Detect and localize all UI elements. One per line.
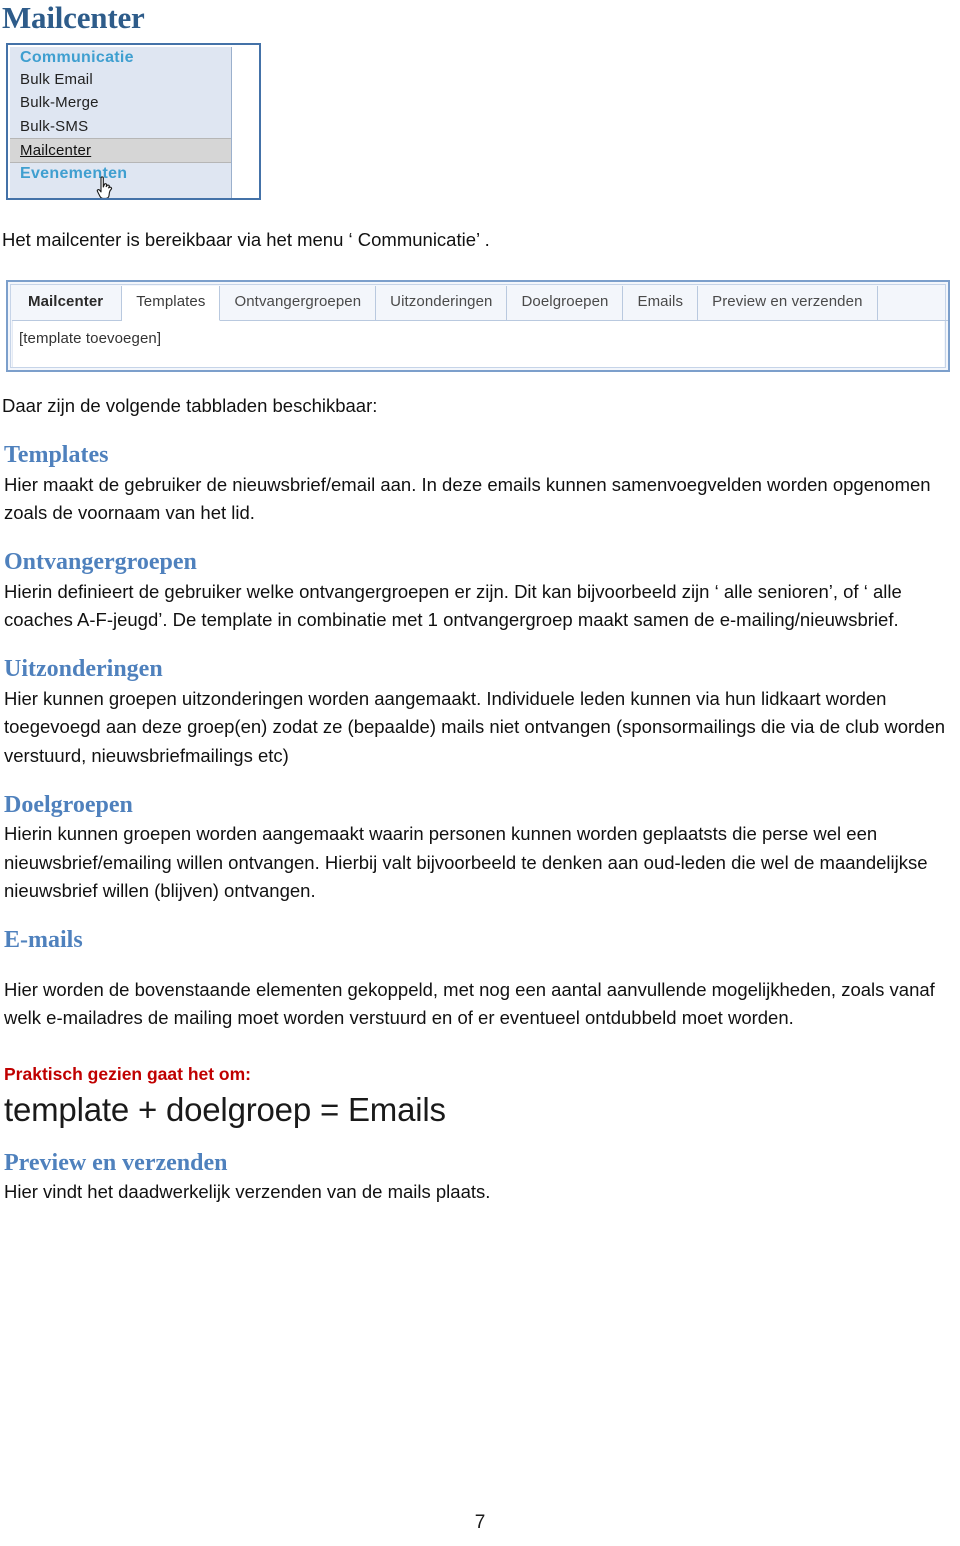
heading-uitzonderingen: Uitzonderingen xyxy=(4,656,163,683)
heading-preview-en-verzenden: Preview en verzenden xyxy=(4,1149,228,1176)
template-toevoegen-link[interactable]: [template toevoegen] xyxy=(13,321,944,347)
tabs-intro-paragraph: Daar zijn de volgende tabbladen beschikb… xyxy=(2,395,378,417)
intro-paragraph: Het mailcenter is bereikbaar via het men… xyxy=(2,229,490,250)
menu-group-title-communicatie: Communicatie xyxy=(20,49,134,66)
menu-item-mailcenter[interactable]: Mailcenter xyxy=(10,137,231,163)
menu-item-label: Bulk-SMS xyxy=(20,117,89,135)
tab-bar: Mailcenter Templates Ontvangergroepen Ui… xyxy=(12,286,948,322)
menu-item-label: Bulk Email xyxy=(20,71,93,88)
section-templates: Templates Hier maakt de gebruiker de nie… xyxy=(0,442,960,527)
body-doelgroepen: Hierin kunnen groepen worden aangemaakt … xyxy=(4,823,928,901)
menu-item-label: Bulk-Merge xyxy=(20,94,99,112)
tab-bar-section-label: Mailcenter xyxy=(12,286,123,321)
section-uitzonderingen: Uitzonderingen Hier kunnen groepen uitzo… xyxy=(0,656,960,769)
tab-uitzonderingen[interactable]: Uitzonderingen xyxy=(376,286,508,321)
menu-group-title-evenementen: Evenementen xyxy=(20,165,128,182)
menu-panel: Communicatie Bulk Email Bulk-Merge Bulk-… xyxy=(10,47,232,198)
menu-item-label: Mailcenter xyxy=(20,141,92,159)
document-page: Mailcenter Communicatie Bulk Email Bulk-… xyxy=(0,0,960,1546)
heading-emails: E-mails xyxy=(4,926,83,953)
tab-doelgroepen[interactable]: Doelgroepen xyxy=(507,286,624,321)
heading-doelgroepen: Doelgroepen xyxy=(4,791,133,818)
section-preview-en-verzenden: Preview en verzenden Hier vindt het daad… xyxy=(0,1150,960,1207)
section-emails: E-mails Hier worden de bovenstaande elem… xyxy=(0,927,960,1032)
body-ontvangergroepen: Hierin definieert de gebruiker welke ont… xyxy=(4,581,902,631)
section-practical: Praktisch gezien gaat het om: template +… xyxy=(0,1064,960,1130)
section-ontvangergroepen: Ontvangergroepen Hierin definieert de ge… xyxy=(0,549,960,634)
menu-item-bulk-sms[interactable]: Bulk-SMS xyxy=(10,115,231,138)
body-preview-en-verzenden: Hier vindt het daadwerkelijk verzenden v… xyxy=(4,1181,491,1203)
page-title: Mailcenter xyxy=(2,0,145,35)
tabs-screenshot-image: Mailcenter Templates Ontvangergroepen Ui… xyxy=(6,280,950,373)
tab-templates[interactable]: Templates xyxy=(122,286,221,322)
tab-preview-en-verzenden[interactable]: Preview en verzenden xyxy=(698,286,878,321)
tab-bar-filler xyxy=(878,286,948,320)
page-number: 7 xyxy=(474,1512,486,1533)
menu-screenshot-image: Communicatie Bulk Email Bulk-Merge Bulk-… xyxy=(6,43,261,200)
tab-panel: [template toevoegen] xyxy=(12,321,944,368)
tab-ontvangergroepen[interactable]: Ontvangergroepen xyxy=(220,286,377,321)
body-uitzonderingen: Hier kunnen groepen uitzonderingen worde… xyxy=(4,688,946,766)
heading-praktisch: Praktisch gezien gaat het om: xyxy=(4,1063,252,1084)
body-emails: Hier worden de bovenstaande elementen ge… xyxy=(4,978,935,1028)
tab-emails[interactable]: Emails xyxy=(623,286,699,321)
section-doelgroepen: Doelgroepen Hierin kunnen groepen worden… xyxy=(0,792,960,905)
menu-item-bulk-email[interactable]: Bulk Email xyxy=(10,68,231,91)
body-templates: Hier maakt de gebruiker de nieuwsbrief/e… xyxy=(4,474,931,524)
heading-templates: Templates xyxy=(4,442,109,469)
heading-ontvangergroepen: Ontvangergroepen xyxy=(4,549,197,576)
formula-template-doelgroep-emails: template + doelgroep = Emails xyxy=(4,1090,446,1128)
menu-item-bulk-merge[interactable]: Bulk-Merge xyxy=(10,91,231,114)
